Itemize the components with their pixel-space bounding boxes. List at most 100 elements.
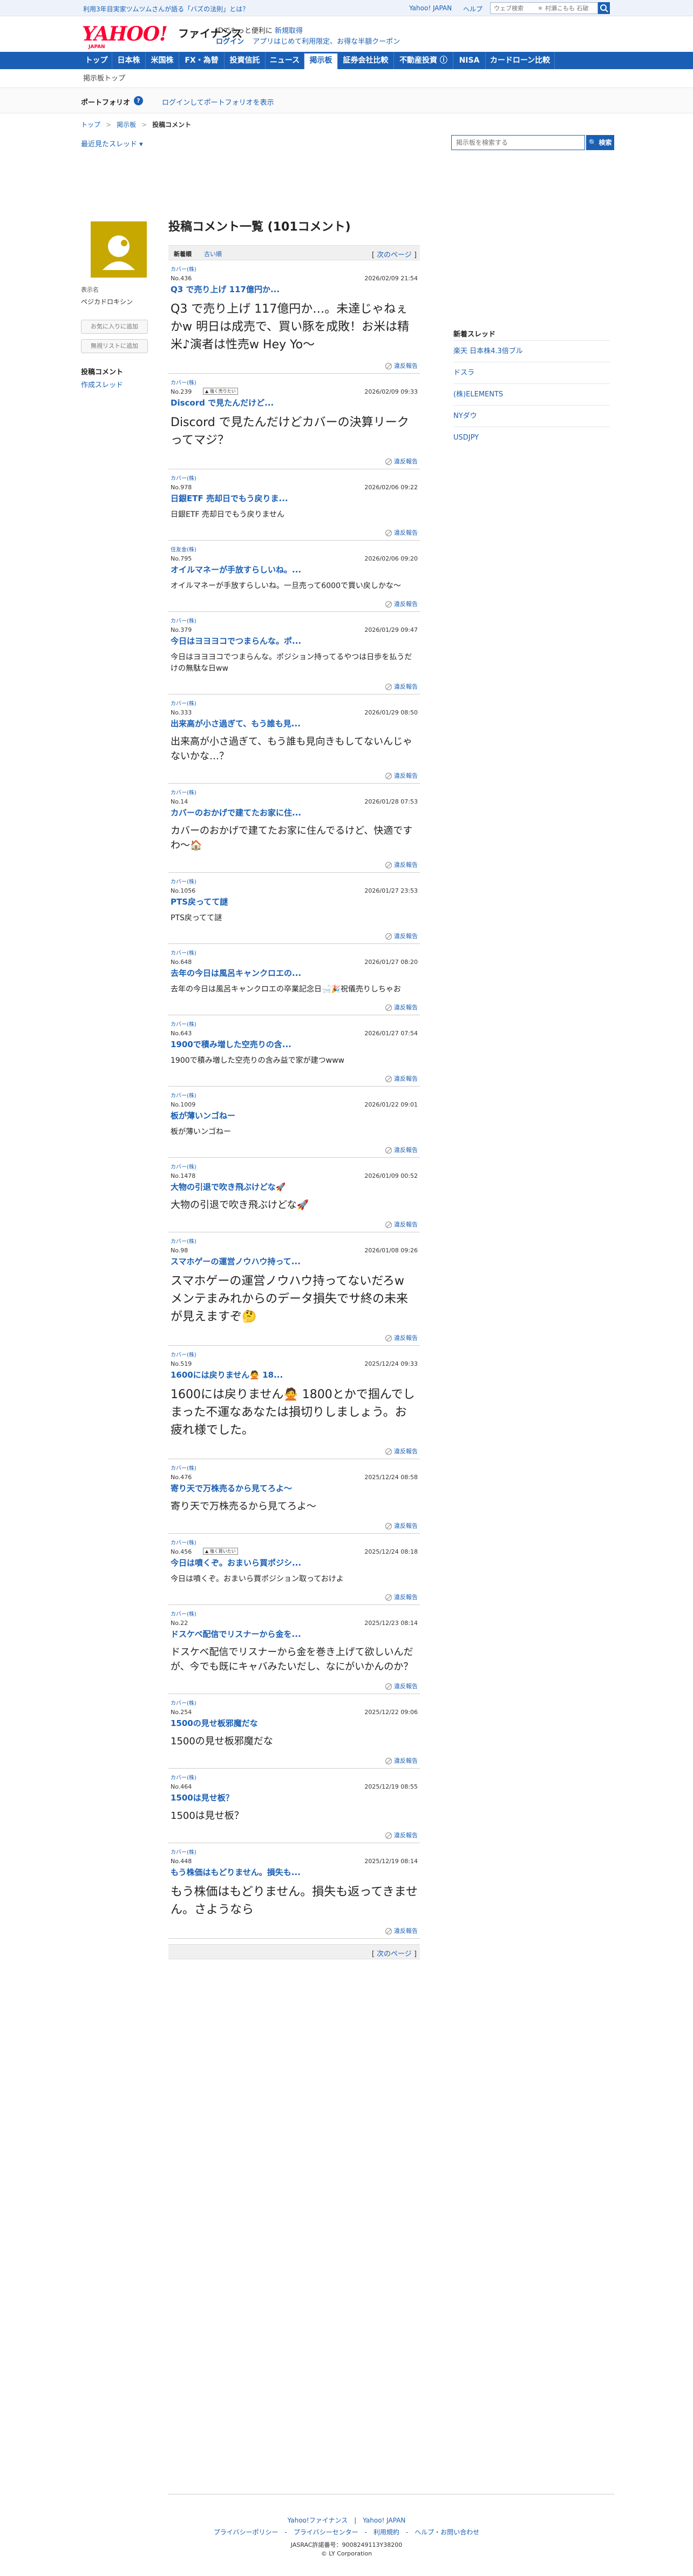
nav-news[interactable]: ニュース (266, 52, 304, 69)
comment-title-link[interactable]: オイルマネーが手放すらしいね。... (171, 564, 418, 575)
register-link[interactable]: 新規取得 (275, 27, 303, 35)
comment-title-link[interactable]: Q3 で売り上げ 117億円か... (171, 284, 418, 295)
nav-card-loan[interactable]: カードローン比較 (486, 52, 555, 69)
web-search-button[interactable] (598, 2, 610, 14)
comment-title-link[interactable]: ドスケベ配信でリスナーから金を... (171, 1628, 418, 1640)
comment-board-link[interactable]: カバー(株) (171, 948, 418, 956)
nav-board[interactable]: 掲示板 (304, 52, 338, 69)
board-search-input[interactable] (452, 136, 585, 150)
sort-newest[interactable]: 新着順 (174, 249, 192, 258)
help-icon[interactable]: ? (134, 96, 143, 105)
comment-title-link[interactable]: 1600には戻りません🙅 18... (171, 1369, 418, 1380)
comment-title-link[interactable]: 今日は噴くぞ。おまいら買ポジシ... (171, 1557, 418, 1568)
login-link[interactable]: ログイン (216, 38, 244, 46)
report-link[interactable]: 違反報告 (171, 1145, 418, 1154)
breadcrumb-board[interactable]: 掲示板 (117, 121, 136, 129)
new-thread-item[interactable]: 楽天 日本株4.3倍ブル (453, 340, 610, 362)
comment-board-link[interactable]: カバー(株) (171, 1091, 418, 1099)
yahoo-logo[interactable]: YAHOO! (82, 23, 168, 45)
comment-board-link[interactable]: カバー(株) (171, 474, 418, 482)
comment-title-link[interactable]: 去年の今日は風呂キャンクロエの... (171, 967, 418, 979)
comment-board-link[interactable]: カバー(株) (171, 1162, 418, 1170)
nav-fx[interactable]: FX・為替 (179, 52, 225, 69)
report-link[interactable]: 違反報告 (171, 682, 418, 691)
nav-real-estate[interactable]: 不動産投資 ⓘ (394, 52, 453, 69)
footer-links-main[interactable]: Yahoo!ファイナンス | Yahoo! JAPAN (0, 2516, 693, 2525)
footer-links-policy[interactable]: プライバシーポリシー - プライバシーセンター - 利用規約 - ヘルプ・お問い… (0, 2527, 693, 2537)
comment-title-link[interactable]: 1900で積み増した空売りの含... (171, 1039, 418, 1050)
comment-board-link[interactable]: カバー(株) (171, 699, 418, 707)
comment-title-link[interactable]: スマホゲーの運営ノウハウ持って... (171, 1256, 418, 1267)
report-link[interactable]: 違反報告 (171, 1333, 418, 1342)
comment-board-link[interactable]: カバー(株) (171, 1609, 418, 1617)
portfolio-login-link[interactable]: ログインしてポートフォリオを表示 (162, 97, 274, 107)
report-link[interactable]: 違反報告 (171, 1926, 418, 1935)
comment-title-link[interactable]: 今日はヨヨヨコでつまらんな。ポ... (171, 635, 418, 646)
comment-board-link[interactable]: カバー(株) (171, 1237, 418, 1245)
new-thread-item[interactable]: (株)ELEMENTS (453, 383, 610, 405)
comment-board-link[interactable]: 住友金(株) (171, 545, 418, 553)
report-link[interactable]: 違反報告 (171, 771, 418, 780)
comment-board-link[interactable]: カバー(株) (171, 1773, 418, 1781)
add-ignore-button[interactable]: 無視リストに追加 (81, 339, 148, 353)
report-link[interactable]: 違反報告 (171, 1593, 418, 1601)
report-link[interactable]: 違反報告 (171, 1074, 418, 1083)
new-thread-item[interactable]: USDJPY (453, 427, 610, 448)
nav-top[interactable]: トップ (81, 52, 112, 69)
comment-board-link[interactable]: カバー(株) (171, 1538, 418, 1546)
board-search-button[interactable]: 🔍 検索 (586, 135, 614, 150)
comment-title-link[interactable]: Discord で見たんだけど... (171, 397, 418, 408)
comment-board-link[interactable]: カバー(株) (171, 616, 418, 624)
nav-jp-stocks[interactable]: 日本株 (112, 52, 146, 69)
posted-comments-link[interactable]: 投稿コメント (81, 366, 123, 376)
comment-title-link[interactable]: 板が薄いンゴねー (171, 1110, 418, 1121)
comment-board-link[interactable]: カバー(株) (171, 1464, 418, 1472)
new-thread-item[interactable]: ドスラ (453, 362, 610, 383)
report-link[interactable]: 違反報告 (171, 1756, 418, 1765)
notice-message-link[interactable]: 利用3年目実家ツムツムさんが語る「バズの法則」とは？ (83, 4, 249, 14)
report-link[interactable]: 違反報告 (171, 1521, 418, 1530)
comment-title-link[interactable]: もう株価はもどりません。損失も... (171, 1866, 418, 1878)
comment-title-link[interactable]: 寄り天で万株売るから見てろよ〜 (171, 1482, 418, 1494)
report-link[interactable]: 違反報告 (171, 860, 418, 869)
sort-oldest[interactable]: 古い順 (204, 249, 222, 258)
comment-title-link[interactable]: 大物の引退で吹き飛ぶけどな🚀 (171, 1181, 418, 1192)
breadcrumb-top[interactable]: トップ (81, 121, 100, 129)
report-link[interactable]: 違反報告 (171, 1447, 418, 1455)
comment-board-link[interactable]: カバー(株) (171, 265, 418, 273)
board-top-link[interactable]: 掲示板トップ (83, 72, 125, 83)
new-thread-item[interactable]: NYダウ (453, 405, 610, 427)
web-search-input[interactable] (491, 3, 597, 14)
report-link[interactable]: 違反報告 (171, 932, 418, 940)
comment-title-link[interactable]: 出来高が小さ過ぎて、もう誰も見... (171, 718, 418, 729)
yahoo-japan-link[interactable]: Yahoo! JAPAN (409, 4, 452, 12)
next-page-link[interactable]: 次のページ (377, 1950, 412, 1958)
report-link[interactable]: 違反報告 (171, 1682, 418, 1690)
recent-threads-dropdown[interactable]: 最近見たスレッド ▾ (81, 138, 143, 149)
nav-funds[interactable]: 投資信託 (225, 52, 266, 69)
comment-title-link[interactable]: 1500は見せ板？ (171, 1792, 418, 1803)
report-link[interactable]: 違反報告 (171, 361, 418, 370)
report-link[interactable]: 違反報告 (171, 1220, 418, 1229)
help-link[interactable]: ヘルプ (463, 4, 483, 14)
report-link[interactable]: 違反報告 (171, 457, 418, 466)
comment-board-link[interactable]: カバー(株) (171, 1698, 418, 1707)
comment-board-link[interactable]: カバー(株) (171, 1847, 418, 1856)
comment-title-link[interactable]: 日銀ETF 売却日でもう戻りま... (171, 493, 418, 504)
nav-broker-compare[interactable]: 証券会社比較 (338, 52, 394, 69)
comment-title-link[interactable]: 1500の見せ板邪魔だな (171, 1717, 418, 1729)
report-link[interactable]: 違反報告 (171, 1831, 418, 1839)
comment-board-link[interactable]: カバー(株) (171, 788, 418, 796)
report-link[interactable]: 違反報告 (171, 1003, 418, 1011)
comment-board-link[interactable]: カバー(株) (171, 877, 418, 885)
comment-board-link[interactable]: カバー(株) (171, 1020, 418, 1028)
comment-title-link[interactable]: PTS戻ってて謎 (171, 896, 418, 907)
nav-nisa[interactable]: NISA (453, 52, 486, 69)
next-page-link[interactable]: 次のページ (377, 251, 412, 259)
comment-title-link[interactable]: カバーのおかげで建てたお家に住... (171, 807, 418, 818)
created-threads-link[interactable]: 作成スレッド (81, 379, 123, 389)
add-favorite-button[interactable]: お気に入りに追加 (81, 320, 148, 334)
report-link[interactable]: 違反報告 (171, 528, 418, 537)
comment-board-link[interactable]: カバー(株) (171, 1350, 418, 1358)
report-link[interactable]: 違反報告 (171, 599, 418, 608)
